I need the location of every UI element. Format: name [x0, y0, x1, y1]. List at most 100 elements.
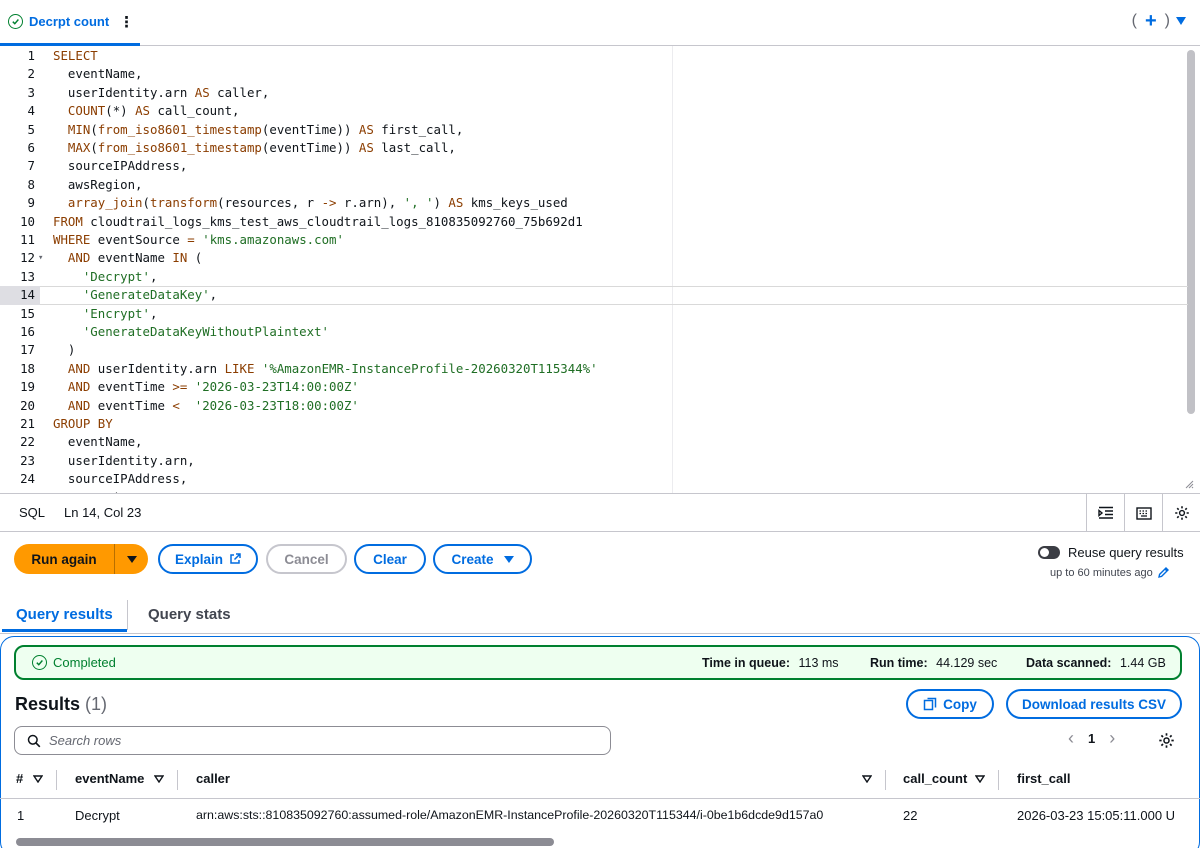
code-token: AS [448, 195, 464, 211]
time-in-queue: Time in queue: 113 ms [702, 656, 839, 670]
page-number[interactable]: 1 [1088, 731, 1095, 746]
code-line[interactable]: 22 eventName, [0, 433, 1188, 451]
sort-icon[interactable] [33, 775, 43, 783]
code-token: AS [358, 121, 374, 137]
explain-button[interactable]: Explain [158, 544, 258, 574]
code-token: cloudtrail_logs_kms_test_aws_cloudtrail_… [82, 213, 583, 229]
run-dropdown-button[interactable] [115, 544, 148, 574]
fold-toggle-icon[interactable]: ▾ [38, 249, 43, 267]
code-line[interactable]: 16 'GenerateDataKeyWithoutPlaintext' [0, 323, 1188, 341]
tab-query-stats[interactable]: Query stats [148, 606, 231, 623]
run-again-split-button: Run again [14, 544, 148, 574]
dropdown-icon[interactable] [1176, 17, 1186, 25]
code-token: SELECT [53, 48, 98, 63]
code-text: array_join(transform(resources, r -> r.a… [53, 194, 568, 212]
editor-scrollbar[interactable] [1187, 50, 1195, 414]
sql-editor[interactable]: 1 SELECT 2 eventName, 3 userIdentity.arn AS… [0, 46, 1200, 494]
code-line[interactable]: 6 MAX(from_iso8601_timestamp(eventTime))… [0, 139, 1188, 157]
sort-icon[interactable] [154, 775, 164, 783]
code-line[interactable]: 20 AND eventTime < '2026-03-23T18:00:00Z… [0, 397, 1188, 415]
code-token: , [209, 287, 218, 303]
code-line[interactable]: 24 sourceIPAddress, [0, 470, 1188, 488]
code-text: eventName, [53, 433, 143, 451]
kebab-icon[interactable]: ⋮ [119, 13, 134, 31]
code-line[interactable]: 14 'GenerateDataKey', [0, 286, 1188, 304]
code-line[interactable]: 15 'Encrypt', [0, 305, 1188, 323]
copy-button[interactable]: Copy [906, 689, 994, 719]
sort-icon[interactable] [975, 775, 985, 783]
download-csv-button[interactable]: Download results CSV [1006, 689, 1182, 719]
external-link-icon [230, 553, 241, 564]
code-text: MIN(from_iso8601_timestamp(eventTime)) A… [53, 121, 463, 139]
table-scrollbar[interactable] [16, 838, 554, 846]
code-line[interactable]: 8 awsRegion, [0, 176, 1188, 194]
settings-icon[interactable] [1162, 494, 1200, 532]
code-token: array_join [67, 195, 143, 211]
code-line[interactable]: 7 sourceIPAddress, [0, 157, 1188, 175]
keyboard-icon[interactable] [1124, 494, 1162, 532]
query-tab[interactable]: Decrpt count ⋮ [0, 0, 140, 46]
code-line[interactable]: 2 eventName, [0, 65, 1188, 83]
chevron-down-icon [503, 555, 514, 563]
code-line[interactable]: 10 FROM cloudtrail_logs_kms_test_aws_clou… [0, 213, 1188, 231]
cell-call-count: 22 [903, 808, 918, 823]
code-line[interactable]: 17 ) [0, 341, 1188, 359]
code-token: call_count, [150, 103, 240, 119]
column-divider [177, 770, 178, 790]
cell-index: 1 [17, 808, 25, 823]
code-token: ( [90, 121, 98, 137]
column-header-first-call[interactable]: first_call [1017, 771, 1070, 786]
code-line[interactable]: 12 ▾ AND eventName IN ( [0, 249, 1188, 267]
cancel-button[interactable]: Cancel [266, 544, 347, 574]
code-line[interactable]: 19 AND eventTime >= '2026-03-23T14:00:00… [0, 378, 1188, 396]
wrap-icon[interactable] [1086, 494, 1124, 532]
run-again-button[interactable]: Run again [14, 544, 114, 574]
column-header-call-count[interactable]: call_count [903, 771, 967, 786]
code-line[interactable]: 18 AND userIdentity.arn LIKE '%AmazonEMR… [0, 360, 1188, 378]
tab-divider [127, 600, 128, 630]
line-number: 4 [27, 103, 35, 119]
code-line[interactable]: 13 'Decrypt', [0, 268, 1188, 286]
chevron-left-icon[interactable]: ‹ [1068, 729, 1074, 747]
column-header-eventname[interactable]: eventName [75, 771, 144, 786]
code-token: >= [172, 379, 188, 395]
chevron-down-icon [126, 555, 137, 563]
code-token: ) [53, 342, 76, 358]
code-text: GROUP BY [53, 415, 113, 433]
code-line[interactable]: 4 COUNT(*) AS call_count, [0, 102, 1188, 120]
code-text: userIdentity.arn, [53, 452, 195, 470]
code-line[interactable]: 5 MIN(from_iso8601_timestamp(eventTime))… [0, 121, 1188, 139]
code-text: MAX(from_iso8601_timestamp(eventTime)) A… [53, 139, 456, 157]
line-number: 15 [20, 305, 35, 321]
settings-icon[interactable] [1158, 732, 1175, 754]
clear-button[interactable]: Clear [354, 544, 426, 574]
line-number: 18 [20, 360, 35, 376]
sort-icon[interactable] [862, 775, 872, 783]
results-title: Results [15, 694, 81, 714]
search-rows-input[interactable]: Search rows [14, 726, 611, 755]
add-icon[interactable]: + [1145, 11, 1157, 31]
reuse-results-toggle[interactable] [1038, 546, 1060, 559]
code-line[interactable]: 23 userIdentity.arn, [0, 452, 1188, 470]
code-token: AND [67, 397, 91, 413]
line-number: 13 [20, 268, 35, 284]
reuse-results-toggle-group: Reuse query results [1038, 545, 1184, 560]
code-text: sourceIPAddress, [53, 470, 187, 488]
column-label: call_count [903, 771, 968, 786]
tab-query-results[interactable]: Query results [16, 606, 113, 623]
code-line[interactable]: 3 userIdentity.arn AS caller, [0, 84, 1188, 102]
code-line[interactable]: 21 GROUP BY [0, 415, 1188, 433]
create-button[interactable]: Create [433, 544, 532, 574]
reuse-window-text: up to 60 minutes ago [1050, 566, 1153, 579]
code-token: < [172, 397, 180, 413]
column-header-caller[interactable]: caller [196, 771, 230, 786]
chevron-right-icon[interactable]: › [1109, 729, 1115, 747]
code-line[interactable]: 11 WHERE eventSource = 'kms.amazonaws.com… [0, 231, 1188, 249]
pencil-icon[interactable] [1157, 566, 1170, 579]
code-line[interactable]: 9 array_join(transform(resources, r -> r… [0, 194, 1188, 212]
code-line[interactable]: 1 SELECT [0, 47, 1188, 65]
code-token: from_iso8601_timestamp [97, 140, 262, 155]
